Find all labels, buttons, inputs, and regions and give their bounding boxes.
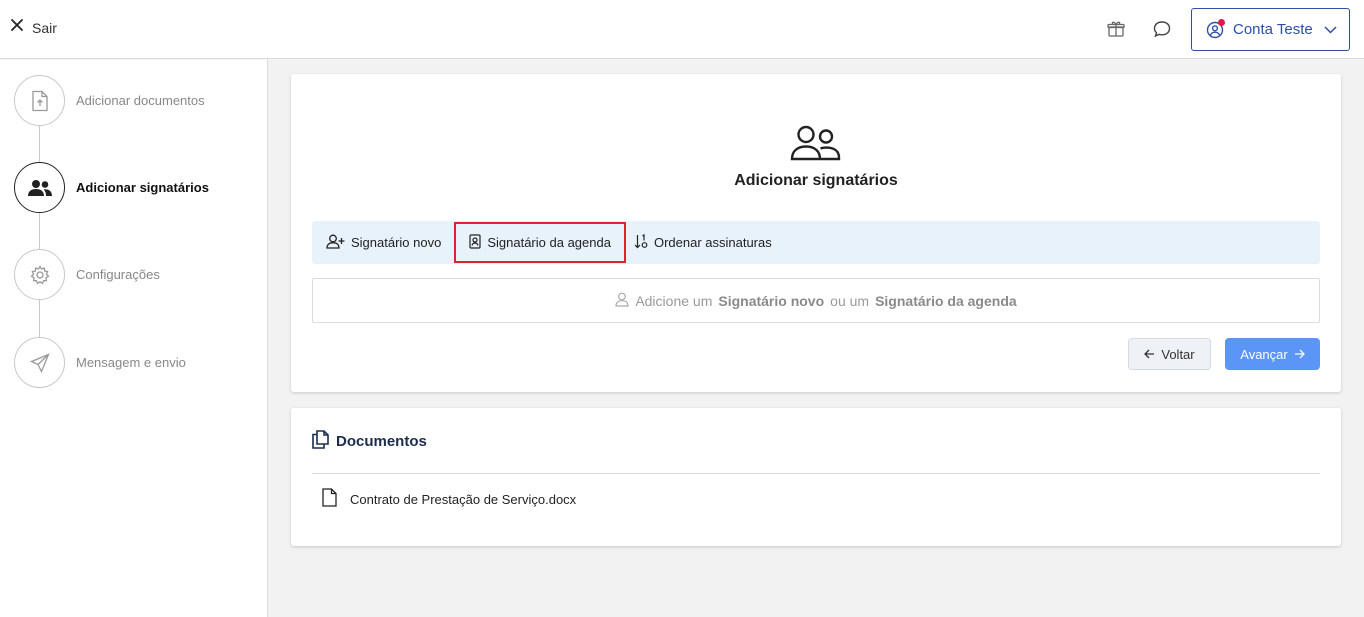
step-label: Adicionar documentos [76,93,205,108]
account-label: Conta Teste [1233,21,1313,38]
chat-icon[interactable] [1151,18,1173,40]
section-title: Adicionar signatários [734,172,898,189]
steps-sidebar: Adicionar documentos Adicionar signatári… [0,60,268,617]
tab-order-signatures[interactable]: Ordenar assinaturas [626,223,785,263]
send-icon [14,337,65,388]
documents-card: Documentos Contrato de Prestação de Serv… [291,408,1341,546]
arrow-left-icon [1144,347,1155,362]
signers-card: Adicionar signatários Signatário novo Si… [291,74,1341,392]
exit-button[interactable]: Sair [10,18,57,37]
top-bar: Sair Conta Teste [0,0,1364,59]
empty-signers-placeholder: Adicione um Signatário novo ou um Signat… [312,278,1320,323]
tab-new-signer[interactable]: Signatário novo [312,223,454,263]
gear-icon [14,249,65,300]
contact-book-icon [469,233,481,252]
empty-text-middle: ou um [830,292,870,309]
empty-link-contact-signer: Signatário da agenda [875,292,1017,309]
users-icon [14,162,65,213]
divider [312,473,1320,474]
user-circle-icon [1206,18,1225,39]
step-connector [39,126,40,163]
document-item[interactable]: Contrato de Prestação de Serviço.docx [322,488,576,510]
chevron-down-icon [1324,21,1337,38]
step-connector [39,213,40,250]
close-icon [10,18,24,37]
back-label: Voltar [1161,346,1195,362]
step-label: Adicionar signatários [76,180,209,195]
tab-label: Signatário da agenda [487,235,611,250]
next-button[interactable]: Avançar [1225,338,1320,370]
user-plus-icon [326,234,345,252]
step-label: Mensagem e envio [76,355,186,370]
back-button[interactable]: Voltar [1128,338,1211,370]
step-connector [39,300,40,337]
file-icon [322,488,337,510]
next-label: Avançar [1240,346,1288,362]
tab-contact-signer[interactable]: Signatário da agenda [454,222,626,263]
step-add-signers[interactable]: Adicionar signatários [14,162,209,213]
account-menu-button[interactable]: Conta Teste [1191,8,1350,51]
sort-icon [634,233,648,252]
documents-title: Documentos [336,433,427,450]
step-label: Configurações [76,267,160,282]
step-message-send[interactable]: Mensagem e envio [14,337,186,388]
file-upload-icon [14,75,65,126]
arrow-right-icon [1294,347,1305,362]
user-outline-icon [615,292,629,310]
empty-text-prefix: Adicione um [635,292,713,309]
document-name: Contrato de Prestação de Serviço.docx [350,491,577,507]
tab-label: Signatário novo [351,235,442,250]
notification-dot [1218,18,1225,26]
tab-label: Ordenar assinaturas [653,235,772,250]
signer-actions-bar: Signatário novo Signatário da agenda Ord… [312,221,1320,264]
documents-icon [312,430,329,453]
step-settings[interactable]: Configurações [14,249,160,300]
step-add-documents[interactable]: Adicionar documentos [14,75,205,126]
gift-icon[interactable] [1105,18,1127,40]
empty-link-new-signer: Signatário novo [718,292,825,309]
exit-label: Sair [32,19,57,36]
documents-header: Documentos [312,430,427,453]
users-outline-icon [790,124,842,167]
